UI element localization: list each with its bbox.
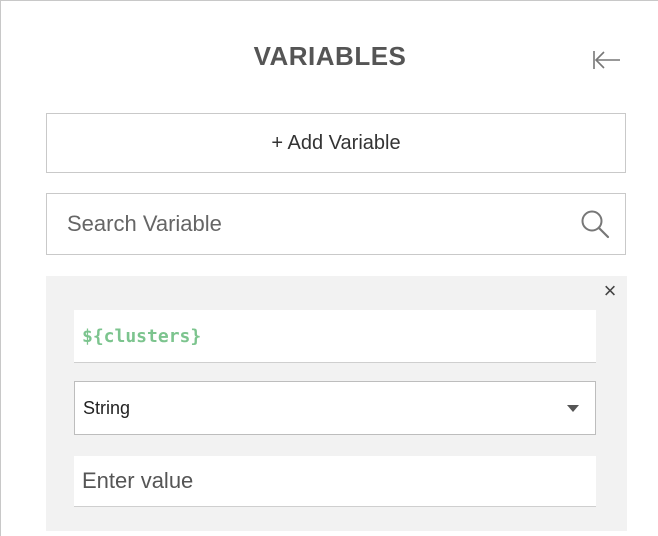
close-icon[interactable]: ×	[599, 278, 621, 303]
variables-panel: VARIABLES + Add Variable × ${clusters} S…	[0, 0, 658, 536]
search-icon[interactable]	[579, 208, 611, 240]
variable-card: × ${clusters} String	[46, 276, 627, 531]
panel-title: VARIABLES	[253, 41, 407, 71]
chevron-down-icon	[567, 405, 579, 412]
add-variable-button[interactable]: + Add Variable	[46, 113, 626, 173]
variable-type-value: String	[83, 397, 131, 418]
search-box	[46, 193, 626, 255]
collapse-panel-button[interactable]	[592, 45, 622, 75]
variable-name-field[interactable]: ${clusters}	[74, 310, 596, 363]
collapse-left-icon	[593, 51, 620, 69]
variable-value-input[interactable]	[74, 456, 596, 507]
variable-type-select[interactable]: String	[74, 381, 596, 435]
search-input[interactable]	[67, 194, 567, 254]
